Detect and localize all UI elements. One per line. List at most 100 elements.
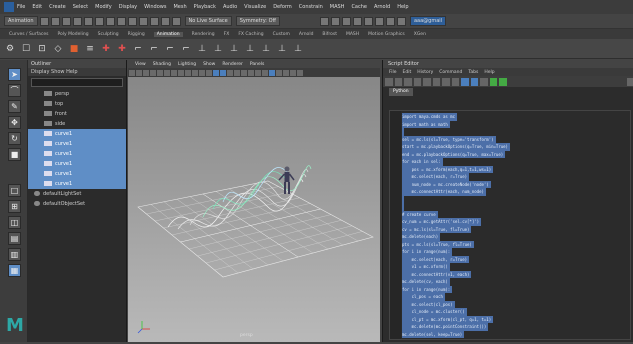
color-mgmt-icon[interactable] xyxy=(290,70,296,76)
menu-arnold[interactable]: Arnold xyxy=(374,4,390,10)
clear-input-icon[interactable] xyxy=(442,78,450,86)
script-menu-edit[interactable]: Edit xyxy=(403,70,412,75)
open-script-icon[interactable] xyxy=(385,78,393,86)
snap-surface-icon[interactable] xyxy=(172,17,181,26)
menu-help[interactable]: Help xyxy=(397,4,408,10)
outliner-item[interactable]: front xyxy=(28,109,126,119)
select-component-icon[interactable] xyxy=(117,17,126,26)
toggle-panel-icon-2[interactable] xyxy=(397,17,406,26)
isolate-icon[interactable] xyxy=(255,70,261,76)
gate-mask-icon[interactable] xyxy=(178,70,184,76)
menu-create[interactable]: Create xyxy=(49,4,66,10)
snap-grid-icon[interactable] xyxy=(128,17,137,26)
image-plane-icon[interactable] xyxy=(150,70,156,76)
bookmark-icon[interactable] xyxy=(143,70,149,76)
execute-all-icon[interactable] xyxy=(490,78,498,86)
account-field[interactable]: aaa@gmail xyxy=(410,16,446,26)
menu-modify[interactable]: Modify xyxy=(95,4,112,10)
hypershade-icon[interactable] xyxy=(364,17,373,26)
shelf-tab-curves[interactable]: Curves / Surfaces xyxy=(9,32,49,37)
constraint-icon-2[interactable]: ⊥ xyxy=(212,43,224,55)
redo-icon[interactable] xyxy=(84,17,93,26)
render-view-icon[interactable] xyxy=(375,17,384,26)
menu-display[interactable]: Display xyxy=(119,4,137,10)
outliner-item[interactable]: curve1 xyxy=(28,159,126,169)
scale-tool-icon[interactable]: ■ xyxy=(8,148,21,161)
save-scene-icon[interactable] xyxy=(62,17,71,26)
script-input-area[interactable]: import maya.cmds as mc import math as ma… xyxy=(389,110,631,340)
open-scene-icon[interactable] xyxy=(51,17,60,26)
smooth-shade-icon[interactable] xyxy=(213,70,219,76)
tab-python[interactable]: Python xyxy=(389,88,413,96)
snap-view-icon[interactable] xyxy=(161,17,170,26)
shelf-tab-rendering[interactable]: Rendering xyxy=(192,32,215,37)
menu-file[interactable]: File xyxy=(17,4,25,10)
menu-playback[interactable]: Playback xyxy=(194,4,216,10)
render-settings-icon[interactable] xyxy=(353,17,362,26)
two-pane-layout-icon[interactable]: ◫ xyxy=(8,216,21,229)
viewport-menu-renderer[interactable]: Renderer xyxy=(222,62,243,67)
xray-icon[interactable] xyxy=(262,70,268,76)
menu-mash[interactable]: MASH xyxy=(330,4,345,10)
snap-point-icon[interactable] xyxy=(150,17,159,26)
outliner-item[interactable]: curve1 xyxy=(28,169,126,179)
ipr-render-icon[interactable] xyxy=(342,17,351,26)
outliner-item[interactable]: curve1 xyxy=(28,129,126,139)
viewport-menu-view[interactable]: View xyxy=(135,62,146,67)
curve-tool-icon-2[interactable]: ⌐ xyxy=(148,43,160,55)
shelf-settings-icon[interactable]: ⚙ xyxy=(4,43,16,55)
lasso-tool-icon[interactable]: ⌒ xyxy=(8,84,21,97)
camera-attr-icon[interactable] xyxy=(136,70,142,76)
shelf-tab-animation[interactable]: Animation xyxy=(154,32,183,37)
menu-visualize[interactable]: Visualize xyxy=(244,4,266,10)
source-script-icon[interactable] xyxy=(395,78,403,86)
show-line-numbers-icon[interactable] xyxy=(423,78,431,86)
outliner-item[interactable]: curve1 xyxy=(28,139,126,149)
show-input-icon[interactable] xyxy=(471,78,479,86)
constraint-icon-4[interactable]: ⊥ xyxy=(244,43,256,55)
menu-mesh[interactable]: Mesh xyxy=(173,4,186,10)
paint-select-icon[interactable]: ✎ xyxy=(8,100,21,113)
shadows-icon[interactable] xyxy=(234,70,240,76)
joint-icon[interactable]: ✚ xyxy=(100,43,112,55)
constraint-icon[interactable]: ⊥ xyxy=(196,43,208,55)
show-both-icon[interactable] xyxy=(480,78,488,86)
rotate-tool-icon[interactable]: ↻ xyxy=(8,132,21,145)
persp-outliner-layout-icon[interactable]: ▤ xyxy=(8,232,21,245)
film-gate-icon[interactable] xyxy=(164,70,170,76)
menu-windows[interactable]: Windows xyxy=(144,4,166,10)
viewport-menu-show[interactable]: Show xyxy=(203,62,215,67)
script-menu-tabs[interactable]: Tabs xyxy=(468,70,478,75)
clear-history-icon[interactable] xyxy=(433,78,441,86)
motion-trail-icon[interactable]: ≡ xyxy=(84,43,96,55)
gamma-icon[interactable] xyxy=(283,70,289,76)
shelf-tab-motion-graphics[interactable]: Motion Graphics xyxy=(368,32,405,37)
select-object-icon[interactable] xyxy=(106,17,115,26)
grid-icon[interactable] xyxy=(157,70,163,76)
script-menu-history[interactable]: History xyxy=(417,70,433,75)
outliner-item[interactable]: curve1 xyxy=(28,149,126,159)
history-icon[interactable] xyxy=(320,17,329,26)
safe-title-icon[interactable] xyxy=(199,70,205,76)
outliner-item[interactable]: defaultObjectSet xyxy=(28,199,126,209)
constraint-icon-5[interactable]: ⊥ xyxy=(260,43,272,55)
shelf-tab-xgen[interactable]: XGen xyxy=(414,32,426,37)
curve-tool-icon-3[interactable]: ⌐ xyxy=(164,43,176,55)
outliner-item[interactable]: curve1 xyxy=(28,179,126,189)
viewport-menu-panels[interactable]: Panels xyxy=(250,62,264,67)
echo-commands-icon[interactable] xyxy=(414,78,422,86)
camera-select-icon[interactable] xyxy=(129,70,135,76)
shelf-tab-fx[interactable]: FX xyxy=(224,32,230,37)
field-chart-icon[interactable] xyxy=(185,70,191,76)
curve-tool-icon[interactable]: ⌐ xyxy=(132,43,144,55)
menu-edit[interactable]: Edit xyxy=(32,4,42,10)
four-pane-layout-icon[interactable]: ⊞ xyxy=(8,200,21,213)
symmetry-dropdown[interactable]: Symmetry: Off xyxy=(236,16,280,26)
key-icon[interactable]: ⊡ xyxy=(36,43,48,55)
lights-icon[interactable] xyxy=(227,70,233,76)
shelf-tab-mash[interactable]: MASH xyxy=(346,32,359,37)
outliner-item[interactable]: top xyxy=(28,99,126,109)
undo-icon[interactable] xyxy=(73,17,82,26)
outliner-item[interactable]: defaultLightSet xyxy=(28,189,126,199)
select-tool-icon[interactable]: ➤ xyxy=(8,68,21,81)
